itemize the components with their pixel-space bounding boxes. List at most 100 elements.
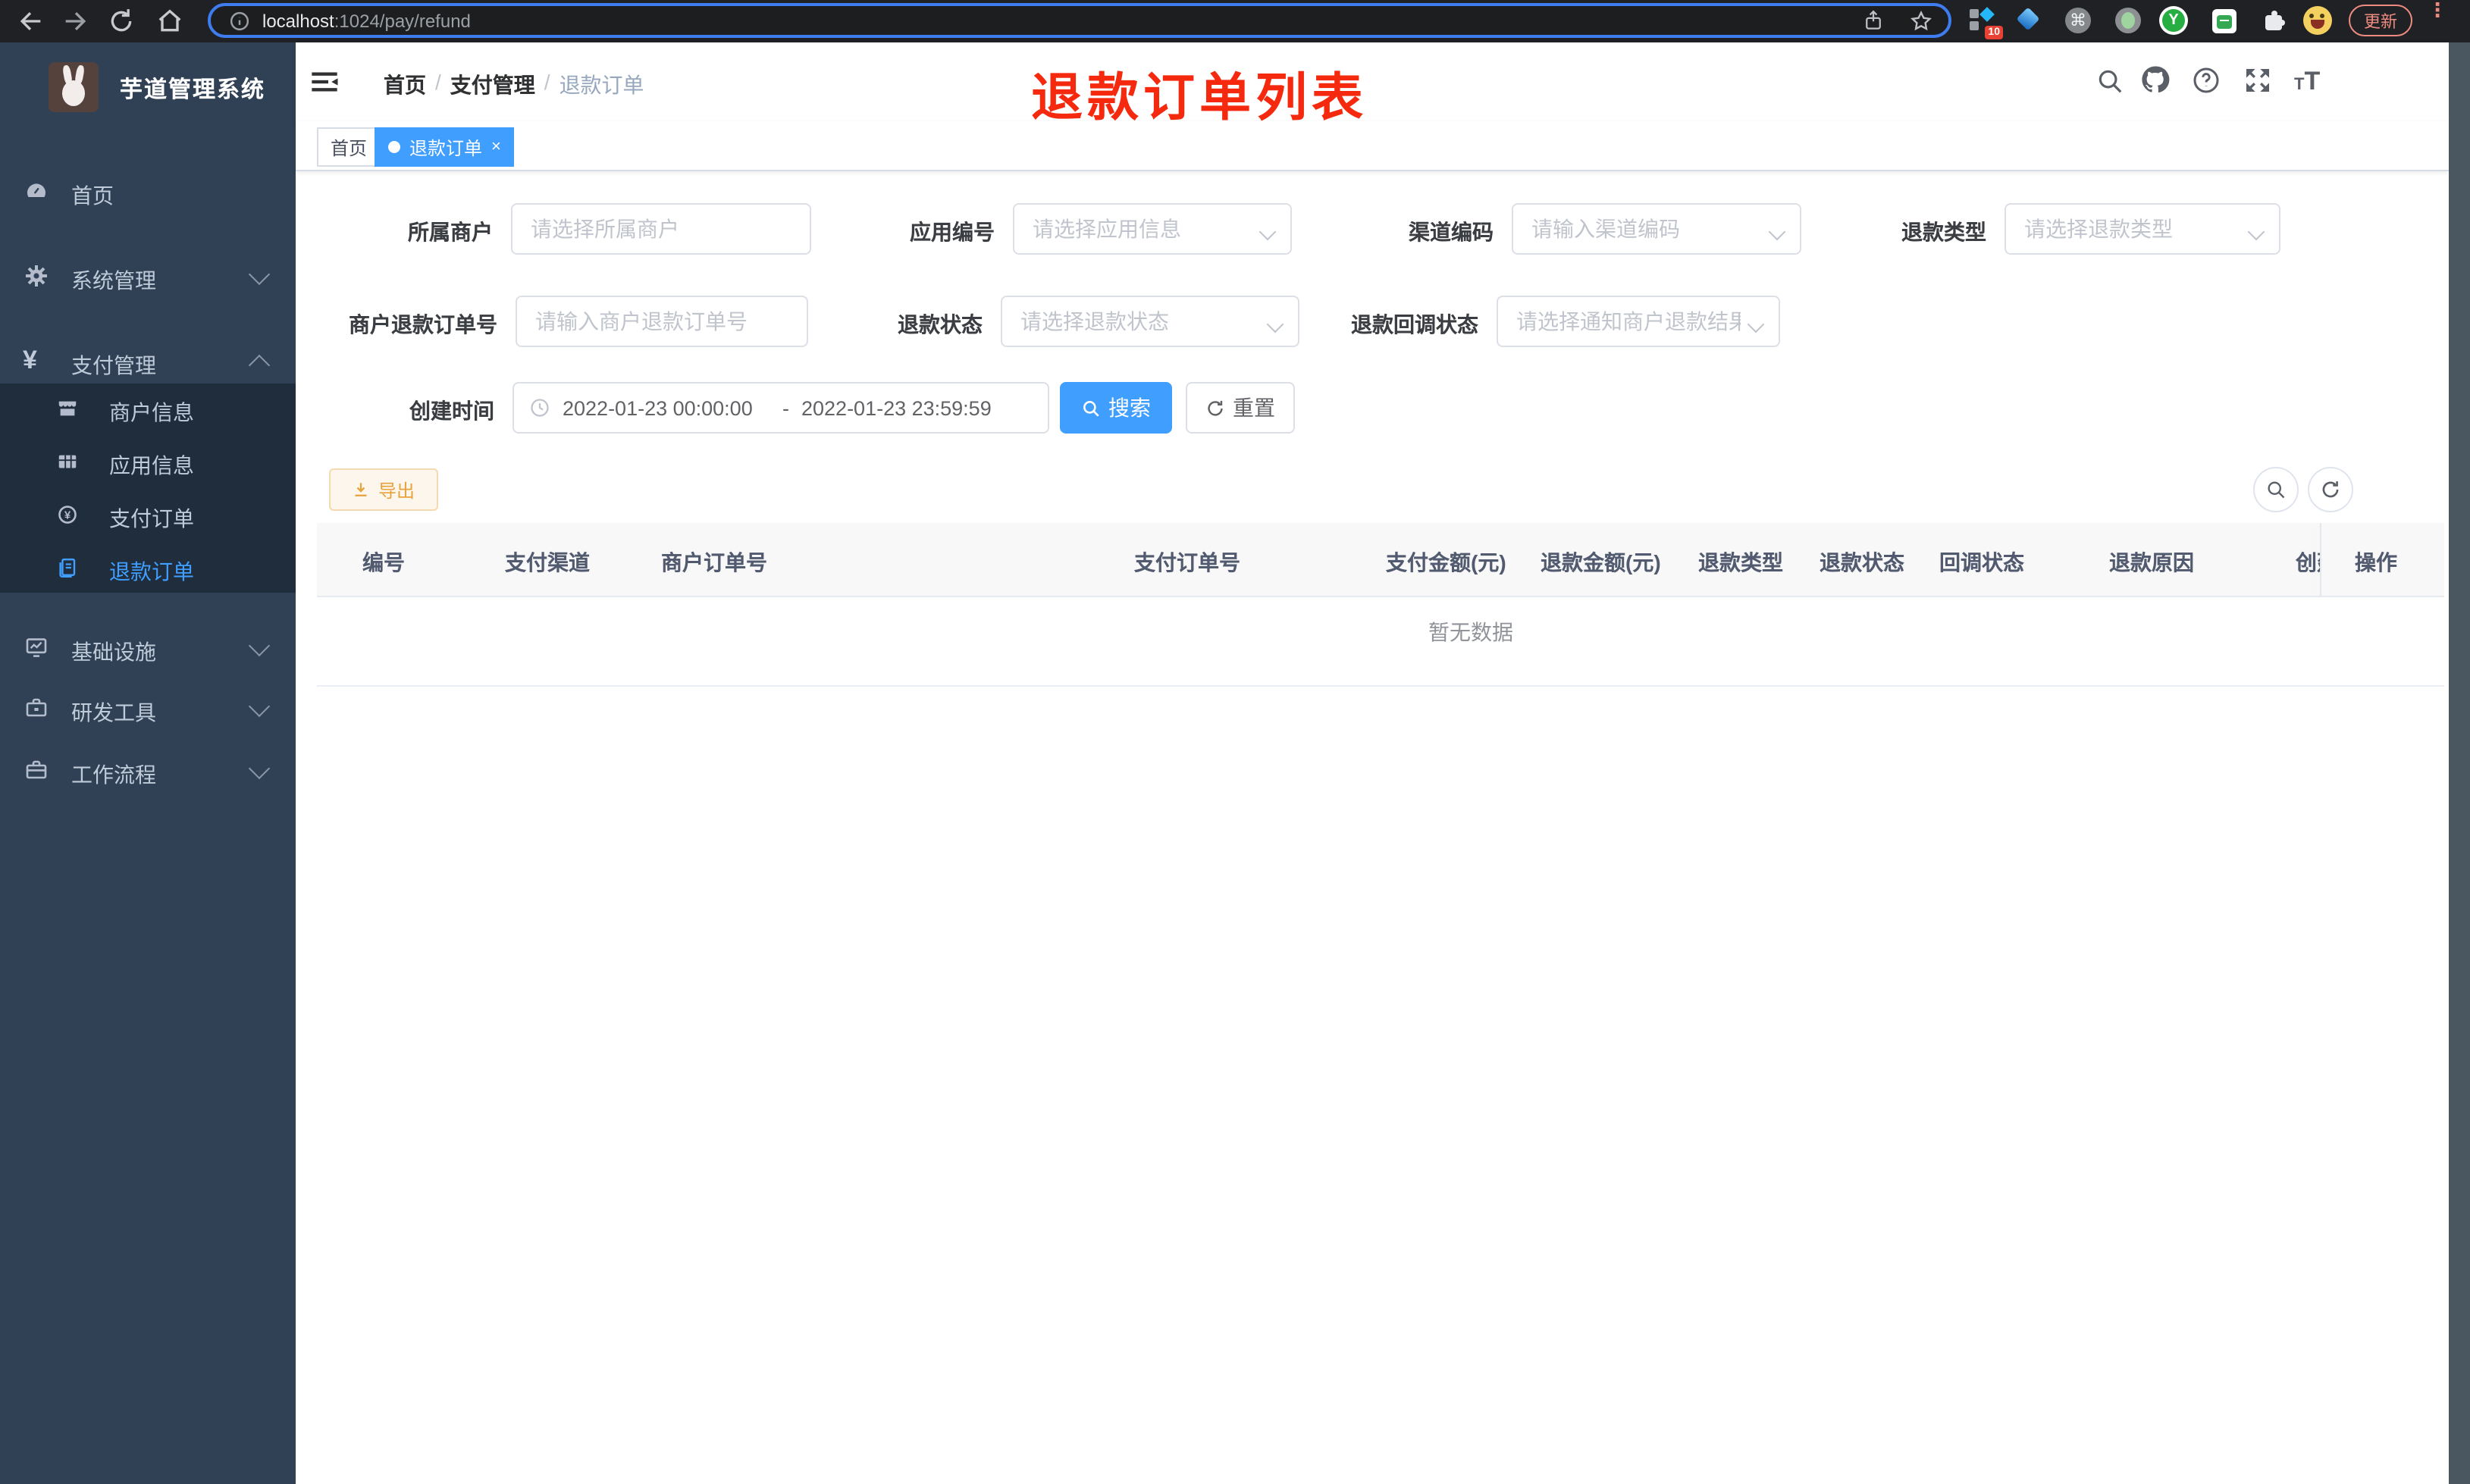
pay-order-icon: ¥: [56, 503, 80, 528]
breadcrumb: 首页 / 支付管理 / 退款订单: [384, 70, 644, 100]
select-arrow-icon: [1768, 223, 1786, 241]
yen-icon: ¥: [23, 346, 37, 374]
filter-label-refund-type: 退款类型: [1901, 220, 1986, 244]
url-path: :1024/pay/refund: [334, 10, 471, 31]
tag-home[interactable]: 首页: [317, 127, 381, 167]
merchant-refund-no-input[interactable]: 请输入商户退款订单号: [516, 296, 808, 347]
header-search-icon[interactable]: [2095, 67, 2124, 95]
sidebar-item-infra[interactable]: 基础设施: [0, 617, 296, 678]
filter-label-create-time: 创建时间: [409, 399, 494, 423]
download-icon: [353, 481, 371, 499]
address-bar[interactable]: localhost:1024/pay/refund: [208, 3, 1951, 38]
help-icon[interactable]: [2191, 65, 2221, 95]
refresh-table-button[interactable]: [2308, 467, 2353, 512]
col-create-time-clipped: 创建时间: [2296, 550, 2320, 575]
search-label: 搜索: [1108, 396, 1151, 420]
sidebar-item-pay-order[interactable]: ¥ 支付订单: [0, 491, 296, 541]
date-range-separator: -: [782, 396, 789, 419]
filter-label-refund-status: 退款状态: [898, 312, 983, 337]
col-id: 编号: [362, 550, 405, 575]
extension-dot-icon[interactable]: [2115, 8, 2141, 33]
font-size-icon[interactable]: TT: [2294, 67, 2334, 97]
breadcrumb-separator: /: [544, 70, 550, 94]
tag-label: 首页: [331, 137, 368, 158]
sidebar-item-home[interactable]: 首页: [0, 161, 296, 221]
refund-type-select[interactable]: 请选择退款类型: [2005, 203, 2280, 255]
tag-refund-order[interactable]: 退款订单 ×: [375, 127, 515, 167]
notify-status-select[interactable]: 请选择通知商户退款结果: [1497, 296, 1780, 347]
top-navbar: 首页 / 支付管理 / 退款订单 退款订单列表 TT: [296, 42, 2449, 127]
filter-label-notify-status: 退款回调状态: [1351, 312, 1478, 337]
share-icon[interactable]: [1862, 9, 1885, 32]
briefcase-icon: [24, 758, 49, 782]
profile-smiley-avatar[interactable]: [2303, 6, 2332, 35]
show-search-toggle-button[interactable]: [2253, 467, 2299, 512]
create-time-range-picker[interactable]: 2022-01-23 00:00:00 - 2022-01-23 23:59:5…: [512, 382, 1049, 434]
extension-grid-icon[interactable]: 10: [1970, 7, 2003, 39]
extension-chat-icon[interactable]: [2212, 9, 2236, 33]
refund-status-select[interactable]: 请选择退款状态: [1001, 296, 1299, 347]
breadcrumb-home[interactable]: 首页: [384, 70, 426, 100]
gear-icon: [24, 264, 49, 288]
date-start-value: 2022-01-23 00:00:00: [563, 396, 753, 419]
browser-home-icon[interactable]: [155, 6, 185, 36]
sidebar-item-pay[interactable]: ¥ 支付管理: [0, 330, 296, 391]
sidebar-item-system[interactable]: 系统管理: [0, 246, 296, 306]
browser-menu-dots-icon[interactable]: ⋮: [2428, 0, 2447, 36]
browser-back-icon[interactable]: [15, 6, 45, 36]
breadcrumb-separator: /: [435, 70, 441, 94]
reset-button[interactable]: 重置: [1186, 382, 1295, 434]
app-no-select[interactable]: 请选择应用信息: [1013, 203, 1292, 255]
sidebar-item-label: 研发工具: [71, 700, 156, 725]
filter-label-app-no: 应用编号: [910, 220, 995, 244]
sidebar-item-label: 系统管理: [71, 268, 156, 293]
extension-command-icon[interactable]: ⌘: [2065, 8, 2091, 33]
col-pay-channel: 支付渠道: [505, 550, 590, 575]
vertical-scrollbar[interactable]: [2449, 42, 2470, 1484]
col-callback-status: 回调状态: [1939, 550, 2024, 575]
filter-label-merchant-refund-no: 商户退款订单号: [349, 312, 497, 337]
site-info-icon[interactable]: [229, 10, 250, 31]
reset-label: 重置: [1233, 396, 1275, 420]
tag-close-icon[interactable]: ×: [491, 138, 501, 155]
extensions-puzzle-icon[interactable]: [2262, 9, 2287, 33]
channel-code-select[interactable]: 请输入渠道编码: [1512, 203, 1801, 255]
col-merchant-order-no: 商户订单号: [661, 550, 767, 575]
svg-text:¥: ¥: [64, 509, 71, 521]
search-button[interactable]: 搜索: [1060, 382, 1172, 434]
browser-forward-icon[interactable]: [61, 6, 91, 36]
sidebar-item-label: 首页: [71, 183, 114, 208]
col-refund-type: 退款类型: [1698, 550, 1783, 575]
filter-label-channel-code: 渠道编码: [1409, 220, 1494, 244]
col-pay-amount: 支付金额(元): [1386, 550, 1506, 575]
merchant-input[interactable]: 请选择所属商户: [511, 203, 811, 255]
sidebar-item-label: 应用信息: [109, 453, 194, 477]
chevron-down-icon: [248, 757, 271, 780]
sidebar-item-app-info[interactable]: 应用信息: [0, 438, 296, 488]
github-icon[interactable]: [2139, 64, 2171, 95]
bookmark-star-icon[interactable]: [1909, 8, 1933, 33]
sidebar-item-workflow[interactable]: 工作流程: [0, 740, 296, 800]
browser-reload-icon[interactable]: [106, 6, 136, 36]
sidebar-item-label: 商户信息: [109, 400, 194, 424]
tag-label: 退款订单: [409, 137, 483, 158]
tags-view-bar: 首页 退款订单 ×: [296, 121, 2449, 171]
sidebar-item-refund-order[interactable]: 退款订单: [0, 544, 296, 594]
empty-data-text: 暂无数据: [1428, 620, 1513, 644]
fullscreen-icon[interactable]: [2243, 65, 2273, 95]
extension-y-icon[interactable]: Y: [2159, 6, 2188, 35]
sidebar-item-label: 工作流程: [71, 762, 156, 787]
app-logo[interactable]: [49, 62, 99, 112]
export-label: 导出: [378, 480, 415, 501]
search-icon: [1081, 398, 1101, 418]
sidebar-item-devtools[interactable]: 研发工具: [0, 678, 296, 738]
select-arrow-icon: [1747, 315, 1765, 333]
extension-gem-icon[interactable]: [2016, 7, 2040, 31]
export-button[interactable]: 导出: [329, 468, 438, 511]
select-arrow-icon: [1259, 223, 1277, 241]
breadcrumb-pay[interactable]: 支付管理: [450, 70, 535, 100]
browser-update-button[interactable]: 更新: [2349, 5, 2412, 36]
hamburger-icon[interactable]: [309, 67, 340, 97]
sidebar-item-label: 支付订单: [109, 506, 194, 531]
sidebar-item-merchant-info[interactable]: 商户信息: [0, 385, 296, 435]
